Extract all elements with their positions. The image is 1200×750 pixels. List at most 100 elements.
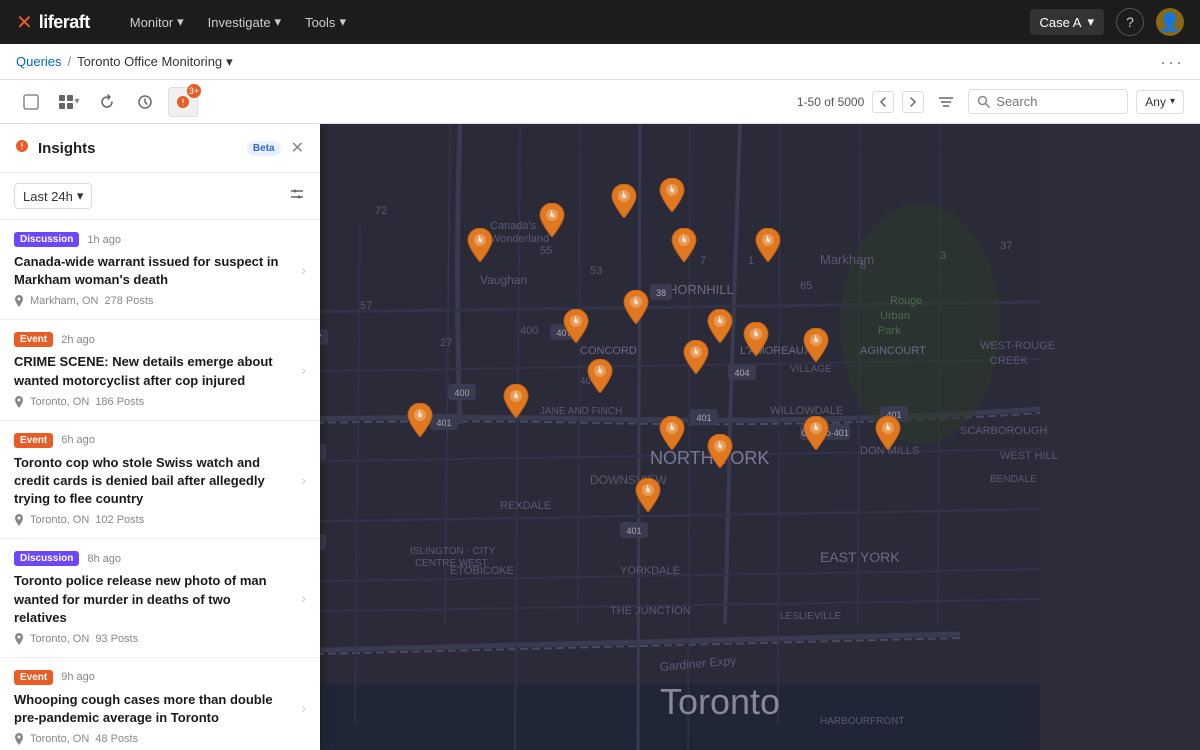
- insights-list: Discussion 1h ago Canada-wide warrant is…: [0, 220, 320, 750]
- pin-svg: [682, 340, 710, 374]
- insight-list-item[interactable]: Event 6h ago Toronto cop who stole Swiss…: [0, 421, 320, 540]
- svg-text:AGINCOURT: AGINCOURT: [860, 345, 926, 357]
- chevron-down-icon[interactable]: ▾: [226, 54, 233, 70]
- svg-text:WEST-ROUGE: WEST-ROUGE: [980, 340, 1055, 352]
- insights-title: Insights: [38, 140, 239, 157]
- case-selector[interactable]: Case A ▾: [1030, 9, 1104, 35]
- more-options-button[interactable]: ···: [1160, 53, 1184, 71]
- filter-button[interactable]: [932, 88, 960, 116]
- location-pin-icon: [14, 295, 24, 307]
- insights-filter-bar: Last 24h ▾: [0, 173, 320, 220]
- any-filter-button[interactable]: Any ▾: [1136, 90, 1184, 114]
- toolbar: ▾ 3+ 1-50 of 5000: [0, 80, 1200, 124]
- map-pin[interactable]: [802, 416, 830, 450]
- svg-text:THE JUNCTION: THE JUNCTION: [610, 605, 691, 617]
- search-box[interactable]: [968, 89, 1128, 114]
- nav-monitor[interactable]: Monitor ▾: [120, 8, 194, 36]
- insight-title: Whooping cough cases more than double pr…: [14, 691, 306, 727]
- map-pin[interactable]: [586, 359, 614, 393]
- close-insights-button[interactable]: ✕: [289, 136, 306, 160]
- insight-tag: Event: [14, 670, 53, 685]
- insight-post-count: 186 Posts: [95, 396, 144, 408]
- pin-svg: [706, 309, 734, 343]
- chevron-right-icon: ›: [301, 362, 306, 378]
- pin-svg: [706, 434, 734, 468]
- svg-text:Park: Park: [878, 325, 901, 337]
- svg-text:LESLIEVILLE: LESLIEVILLE: [780, 611, 841, 622]
- search-input[interactable]: [996, 94, 1096, 109]
- insight-meta: Event 6h ago: [14, 433, 306, 448]
- svg-text:7: 7: [700, 255, 706, 267]
- map-pin[interactable]: [610, 184, 638, 218]
- chevron-down-icon: ▾: [1170, 96, 1175, 107]
- help-button[interactable]: ?: [1116, 8, 1144, 36]
- pin-svg: [754, 228, 782, 262]
- filter-settings-button[interactable]: [288, 185, 306, 208]
- view-toggle-button[interactable]: ▾: [54, 87, 84, 117]
- insight-list-item[interactable]: Discussion 1h ago Canada-wide warrant is…: [0, 220, 320, 320]
- insights-header-icon: [14, 138, 30, 159]
- map-pin[interactable]: [742, 322, 770, 356]
- insight-tag: Discussion: [14, 232, 79, 247]
- map-pin[interactable]: [658, 416, 686, 450]
- map-pin[interactable]: [622, 290, 650, 324]
- insight-list-item[interactable]: Event 9h ago Whooping cough cases more t…: [0, 658, 320, 750]
- refresh-button[interactable]: [92, 87, 122, 117]
- next-page-button[interactable]: [902, 91, 924, 113]
- chevron-right-icon: ›: [301, 590, 306, 606]
- map-pin[interactable]: [466, 228, 494, 262]
- map-pin[interactable]: [802, 328, 830, 362]
- location-pin-icon: [14, 633, 24, 645]
- insight-time: 1h ago: [87, 234, 121, 246]
- svg-text:Toronto: Toronto: [660, 681, 780, 722]
- beta-badge: Beta: [247, 141, 281, 156]
- insight-location: Markham, ON: [30, 295, 98, 307]
- checkbox-button[interactable]: [16, 87, 46, 117]
- nav-tools[interactable]: Tools ▾: [295, 8, 356, 36]
- map-pin[interactable]: [406, 403, 434, 437]
- toolbar-right: 1-50 of 5000 Any ▾: [797, 88, 1184, 116]
- chevron-right-icon: ›: [301, 472, 306, 488]
- map-pin[interactable]: [706, 434, 734, 468]
- logo[interactable]: ✕ liferaft: [16, 10, 90, 35]
- avatar-icon: 👤: [1159, 12, 1181, 33]
- insights-button[interactable]: 3+: [168, 87, 198, 117]
- svg-text:SCARBOROUGH: SCARBOROUGH: [960, 425, 1047, 437]
- map-pin[interactable]: [562, 309, 590, 343]
- pin-svg: [538, 203, 566, 237]
- map-pin[interactable]: [538, 203, 566, 237]
- chevron-right-icon: ›: [301, 262, 306, 278]
- pin-svg: [634, 478, 662, 512]
- svg-text:37: 37: [1000, 240, 1012, 252]
- svg-text:401: 401: [436, 418, 451, 428]
- svg-text:401: 401: [626, 526, 641, 536]
- prev-page-button[interactable]: [872, 91, 894, 113]
- insight-meta: Event 9h ago: [14, 670, 306, 685]
- nav-investigate[interactable]: Investigate ▾: [198, 8, 291, 36]
- chevron-down-icon: ▾: [177, 14, 184, 30]
- insight-list-item[interactable]: Event 2h ago CRIME SCENE: New details em…: [0, 320, 320, 420]
- checkbox-icon: [23, 94, 39, 110]
- map-pin[interactable]: [670, 228, 698, 262]
- insights-badge: 3+: [187, 84, 201, 98]
- breadcrumb-queries-link[interactable]: Queries: [16, 54, 62, 69]
- top-navigation: ✕ liferaft Monitor ▾ Investigate ▾ Tools…: [0, 0, 1200, 44]
- insight-location: Toronto, ON: [30, 396, 89, 408]
- user-avatar[interactable]: 👤: [1156, 8, 1184, 36]
- breadcrumb-separator: /: [68, 54, 72, 69]
- map-pin[interactable]: [754, 228, 782, 262]
- filter-icon: [937, 93, 955, 111]
- map-pin[interactable]: [502, 384, 530, 418]
- map-pin[interactable]: [874, 416, 902, 450]
- map-pin[interactable]: [658, 178, 686, 212]
- chevron-down-icon: ▾: [339, 14, 346, 30]
- chevron-down-icon: ▾: [74, 96, 79, 107]
- map-pin[interactable]: [634, 478, 662, 512]
- insight-list-item[interactable]: Discussion 8h ago Toronto police release…: [0, 539, 320, 658]
- insight-title: Toronto police release new photo of man …: [14, 572, 306, 627]
- pin-svg: [610, 184, 638, 218]
- map-pin[interactable]: [706, 309, 734, 343]
- history-button[interactable]: [130, 87, 160, 117]
- time-filter-button[interactable]: Last 24h ▾: [14, 183, 92, 209]
- map-pin[interactable]: [682, 340, 710, 374]
